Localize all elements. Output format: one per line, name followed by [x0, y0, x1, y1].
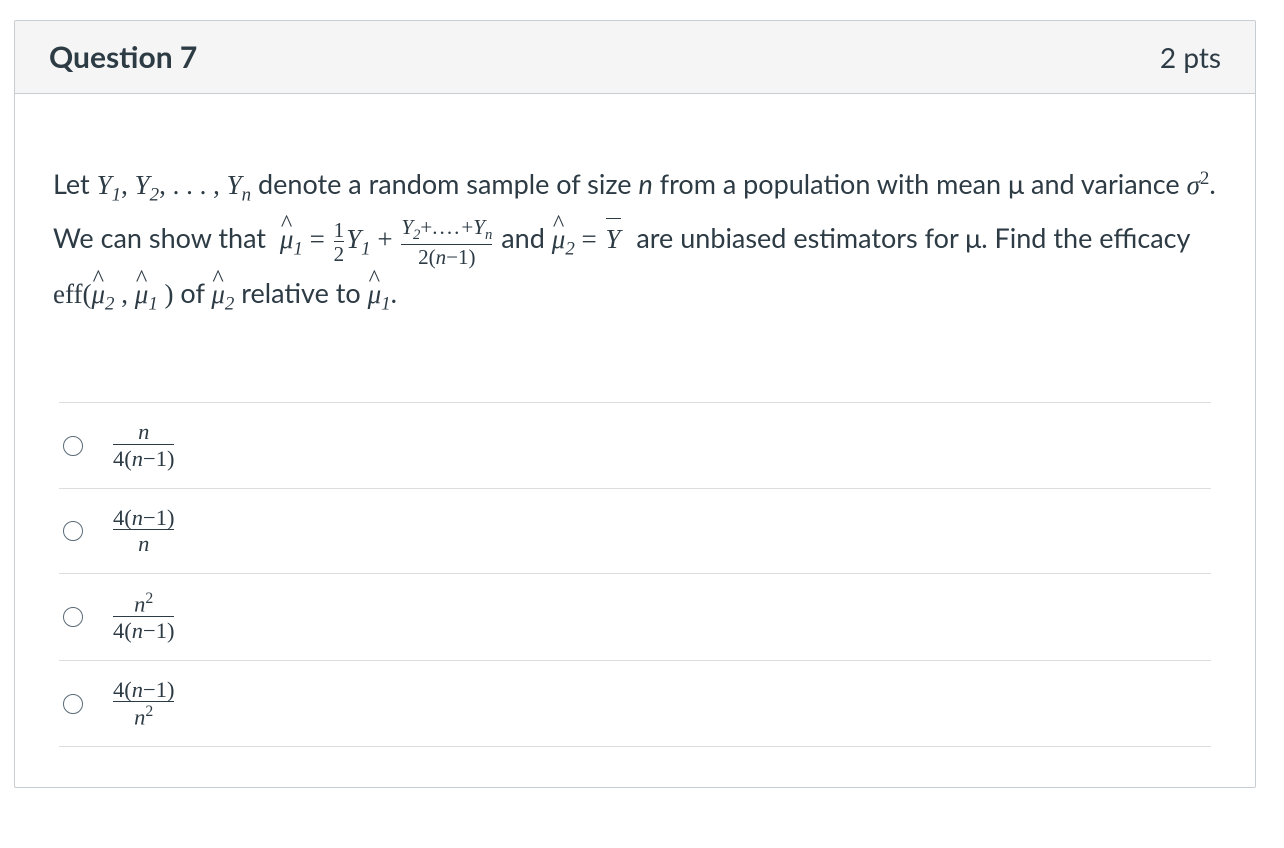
- radio-icon[interactable]: [63, 436, 83, 456]
- answer-option[interactable]: 4(n−1)n2 opt4: [59, 661, 1211, 748]
- radio-icon[interactable]: [63, 607, 83, 627]
- answer-option[interactable]: n24(n−1) opt3: [59, 574, 1211, 661]
- radio-icon[interactable]: [63, 694, 83, 714]
- question-points: 2 pts: [1160, 40, 1221, 74]
- answer-label: 4(n−1)n2: [111, 678, 176, 730]
- answer-option[interactable]: n4(n−1) opt1: [59, 402, 1211, 488]
- answer-label: 4(n−1)n: [111, 506, 176, 556]
- answer-list: n4(n−1) opt1 4(n−1)n opt2 n24(n−1) opt3 …: [53, 402, 1217, 747]
- question-title: Question 7: [49, 39, 197, 75]
- answer-label: n4(n−1): [111, 420, 176, 470]
- question-body: Let Y1, Y2, . . . , Yn denote a random s…: [15, 94, 1255, 787]
- question-card: Question 7 2 pts Let Y1, Y2, . . . , Yn …: [14, 20, 1256, 788]
- question-prompt: Let Y1, Y2, . . . , Yn denote a random s…: [53, 159, 1217, 322]
- answer-option[interactable]: 4(n−1)n opt2: [59, 489, 1211, 574]
- radio-icon[interactable]: [63, 521, 83, 541]
- question-header: Question 7 2 pts: [15, 21, 1255, 94]
- answer-label: n24(n−1): [111, 591, 176, 643]
